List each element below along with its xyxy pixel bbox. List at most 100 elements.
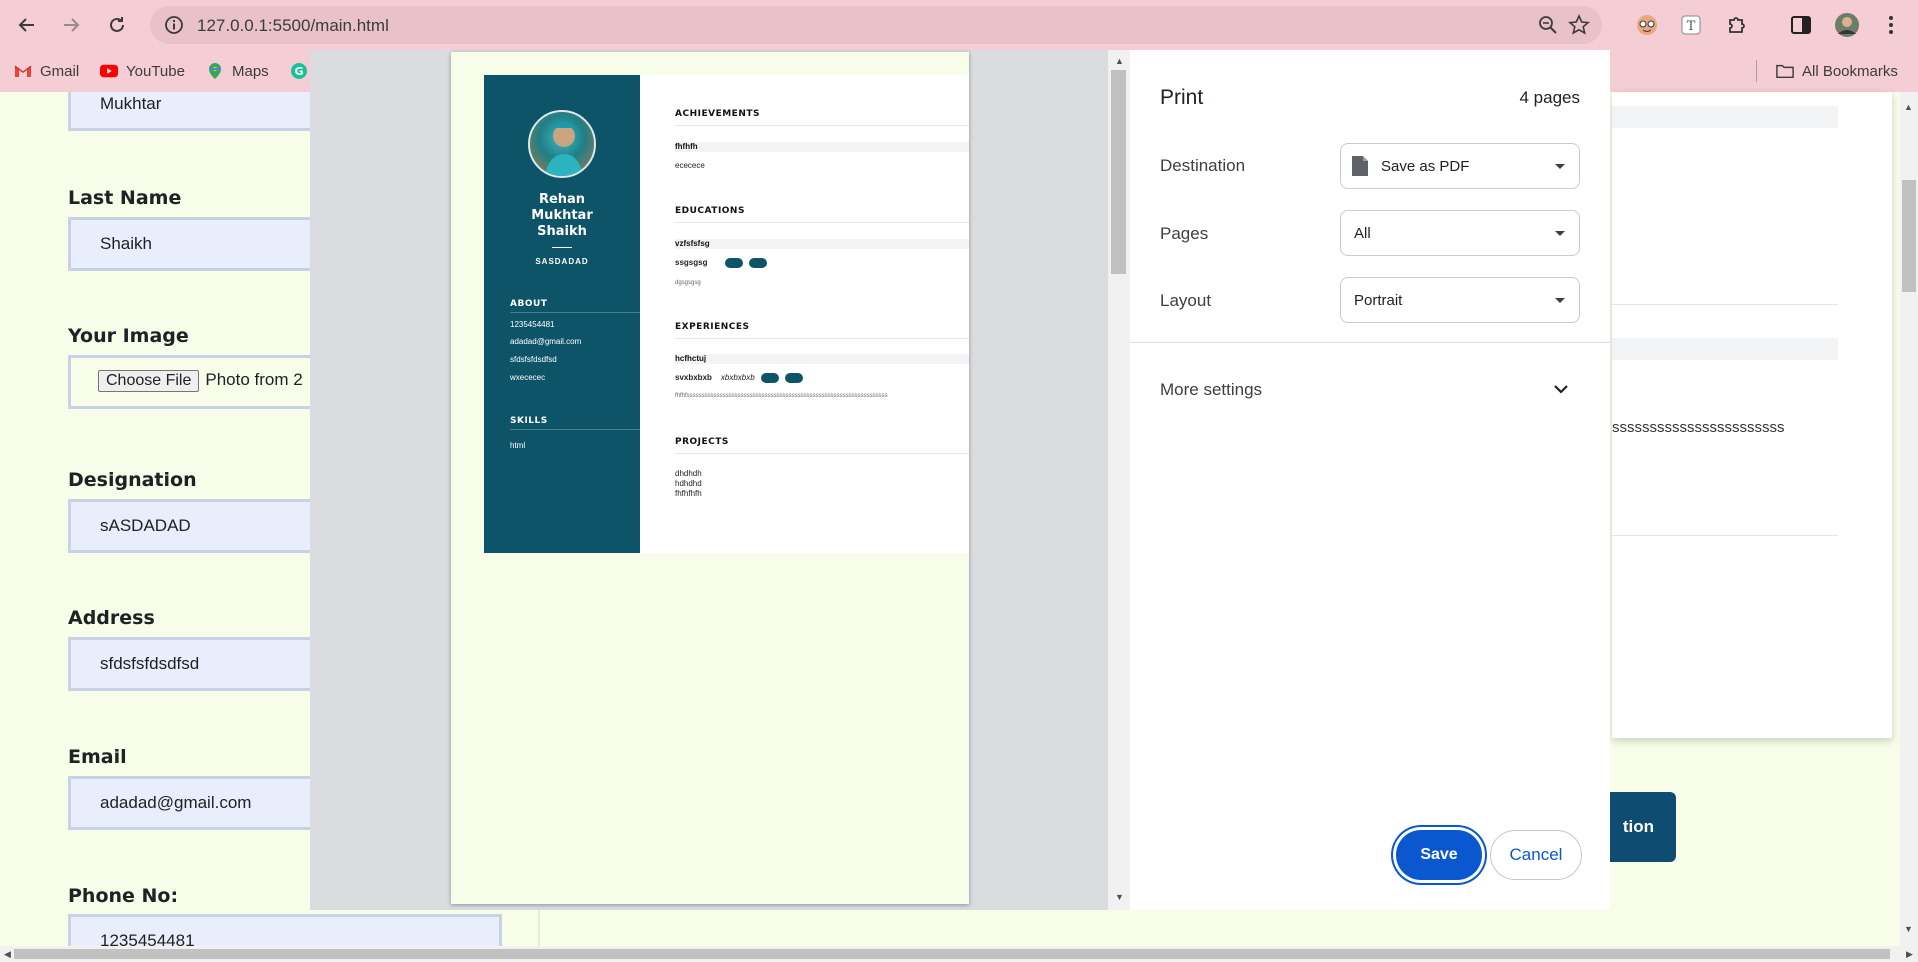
page-vertical-scrollbar[interactable]: ▲ ▼: [1900, 92, 1918, 946]
resume-designation: SASDADAD: [535, 257, 589, 266]
phone-label: Phone No:: [68, 885, 179, 907]
reload-icon[interactable]: [102, 10, 132, 40]
pages-select[interactable]: All: [1340, 210, 1580, 256]
address-bar[interactable]: 127.0.0.1:5500/main.html: [150, 6, 1602, 44]
settings-divider: [1130, 342, 1610, 343]
file-name-text: Photo from 2: [205, 370, 303, 389]
edu-date-pill: [749, 258, 768, 268]
profile-avatar-icon[interactable]: [1832, 10, 1862, 40]
skills-heading: SKILLS: [510, 416, 548, 426]
resume-phone: 1235454481: [510, 320, 555, 329]
extension-text-icon[interactable]: T: [1676, 10, 1706, 40]
destination-label: Destination: [1160, 156, 1246, 175]
projects-heading: PROJECTS: [675, 437, 729, 447]
exp-date-pill: [760, 373, 779, 383]
edu-sub-row: ssgsgsg: [675, 258, 768, 268]
dropdown-caret-icon: [1555, 298, 1565, 303]
resume-skill: html: [510, 441, 526, 450]
section-rule: [675, 453, 969, 454]
choose-file-button[interactable]: Choose File: [98, 370, 200, 392]
scroll-down-icon[interactable]: ▼: [1904, 924, 1914, 934]
scroll-thumb[interactable]: [1902, 180, 1916, 292]
bookmark-star-icon[interactable]: [1568, 14, 1590, 36]
exp-desc: fhfhfsssssssssssssssssssssssssssssssssss…: [675, 393, 888, 399]
youtube-icon: [100, 62, 118, 80]
browser-toolbar: 127.0.0.1:5500/main.html T: [0, 0, 1918, 50]
scroll-right-icon[interactable]: ▶: [1906, 949, 1913, 960]
resume-preview: Rehan Mukhtar Shaikh SASDADAD ABOUT 1235…: [484, 75, 969, 553]
experiences-heading: EXPERIENCES: [675, 322, 750, 332]
address-label: Address: [68, 607, 155, 629]
about-rule: [510, 312, 640, 313]
preview-scroll-up-icon[interactable]: ▲: [1115, 56, 1124, 66]
section-rule: [675, 125, 969, 126]
side-panel-icon[interactable]: [1786, 10, 1816, 40]
chevron-down-icon[interactable]: [1552, 382, 1570, 396]
scroll-up-icon[interactable]: ▲: [1904, 102, 1914, 112]
achievement-desc: ececece: [675, 161, 705, 170]
project-list: dhdhdh hdhdhd fhfhfhfh: [675, 469, 702, 498]
achievement-title: fhfhfh: [675, 142, 969, 152]
dropdown-caret-icon: [1555, 231, 1565, 236]
all-bookmarks-button[interactable]: All Bookmarks: [1776, 62, 1898, 80]
preview-scrollbar[interactable]: ▲ ▼: [1108, 50, 1130, 910]
svg-text:G: G: [294, 65, 303, 78]
page-count: 4 pages: [1519, 88, 1581, 107]
back-icon[interactable]: [12, 10, 42, 40]
destination-select[interactable]: Save as PDF: [1340, 143, 1580, 189]
bookmark-gmail[interactable]: Gmail: [14, 62, 79, 80]
more-settings-toggle[interactable]: More settings: [1160, 380, 1262, 400]
achievements-heading: ACHIEVEMENTS: [675, 109, 760, 119]
extension-face-icon[interactable]: [1632, 10, 1662, 40]
document-icon: [1351, 155, 1369, 177]
folder-icon: [1776, 62, 1794, 80]
resume-sidebar: Rehan Mukhtar Shaikh SASDADAD ABOUT 1235…: [484, 75, 640, 553]
section-rule: [675, 338, 969, 339]
resume-photo: [528, 110, 596, 178]
preview-scroll-down-icon[interactable]: ▼: [1115, 892, 1124, 902]
card-strip: [1612, 338, 1838, 360]
phone-input[interactable]: 1235454481: [68, 914, 502, 946]
image-label: Your Image: [68, 325, 189, 347]
exp-date-pill: [784, 373, 803, 383]
educations-heading: EDUCATIONS: [675, 206, 745, 216]
bookmark-youtube[interactable]: YouTube: [100, 62, 185, 80]
maps-icon: [206, 62, 224, 80]
bookmark-maps[interactable]: Maps: [206, 62, 269, 80]
exp-sub-row: svxbxbxb xbxbxbxb: [675, 373, 803, 383]
grammarly-icon[interactable]: G: [290, 62, 308, 80]
card-line: [1612, 304, 1838, 305]
resume-address: sfdsfsfdsdfsd: [510, 355, 557, 364]
zoom-icon[interactable]: [1538, 15, 1558, 35]
exp-title: hcfhctuj: [675, 354, 969, 364]
resume-name: Rehan Mukhtar Shaikh: [531, 192, 593, 239]
edu-title: vzfsfsfsg: [675, 239, 969, 249]
last-name-label: Last Name: [68, 187, 182, 209]
card-line: [1612, 535, 1838, 536]
resume-extra: wxececec: [510, 373, 546, 382]
resume-email: adadad@gmail.com: [510, 337, 582, 346]
hscroll-thumb[interactable]: [14, 949, 1890, 959]
page-horizontal-scrollbar[interactable]: ◀ ▶: [0, 946, 1918, 962]
skills-rule: [510, 429, 640, 430]
card-text: sssssssssssssssssssssss: [1612, 419, 1785, 436]
about-heading: ABOUT: [510, 299, 548, 309]
preview-scroll-thumb[interactable]: [1111, 70, 1126, 274]
print-preview-page: Rehan Mukhtar Shaikh SASDADAD ABOUT 1235…: [451, 52, 969, 904]
name-underline: [552, 247, 572, 248]
forward-icon[interactable]: [56, 10, 86, 40]
cancel-button[interactable]: Cancel: [1490, 830, 1582, 880]
extensions-puzzle-icon[interactable]: [1722, 10, 1752, 40]
gmail-icon: [14, 62, 32, 80]
save-button[interactable]: Save: [1396, 830, 1482, 880]
section-rule: [675, 222, 969, 223]
menu-dots-icon[interactable]: [1876, 10, 1906, 40]
scroll-left-icon[interactable]: ◀: [4, 949, 11, 960]
layout-select[interactable]: Portrait: [1340, 277, 1580, 323]
background-preview-card: sssssssssssssssssssssss: [1612, 92, 1892, 738]
bookmarks-separator: [1756, 60, 1757, 82]
url-text: 127.0.0.1:5500/main.html: [197, 16, 389, 35]
site-info-icon[interactable]: [164, 15, 184, 35]
edu-desc: dgsgsgsg: [675, 280, 701, 286]
card-strip: [1612, 106, 1838, 128]
